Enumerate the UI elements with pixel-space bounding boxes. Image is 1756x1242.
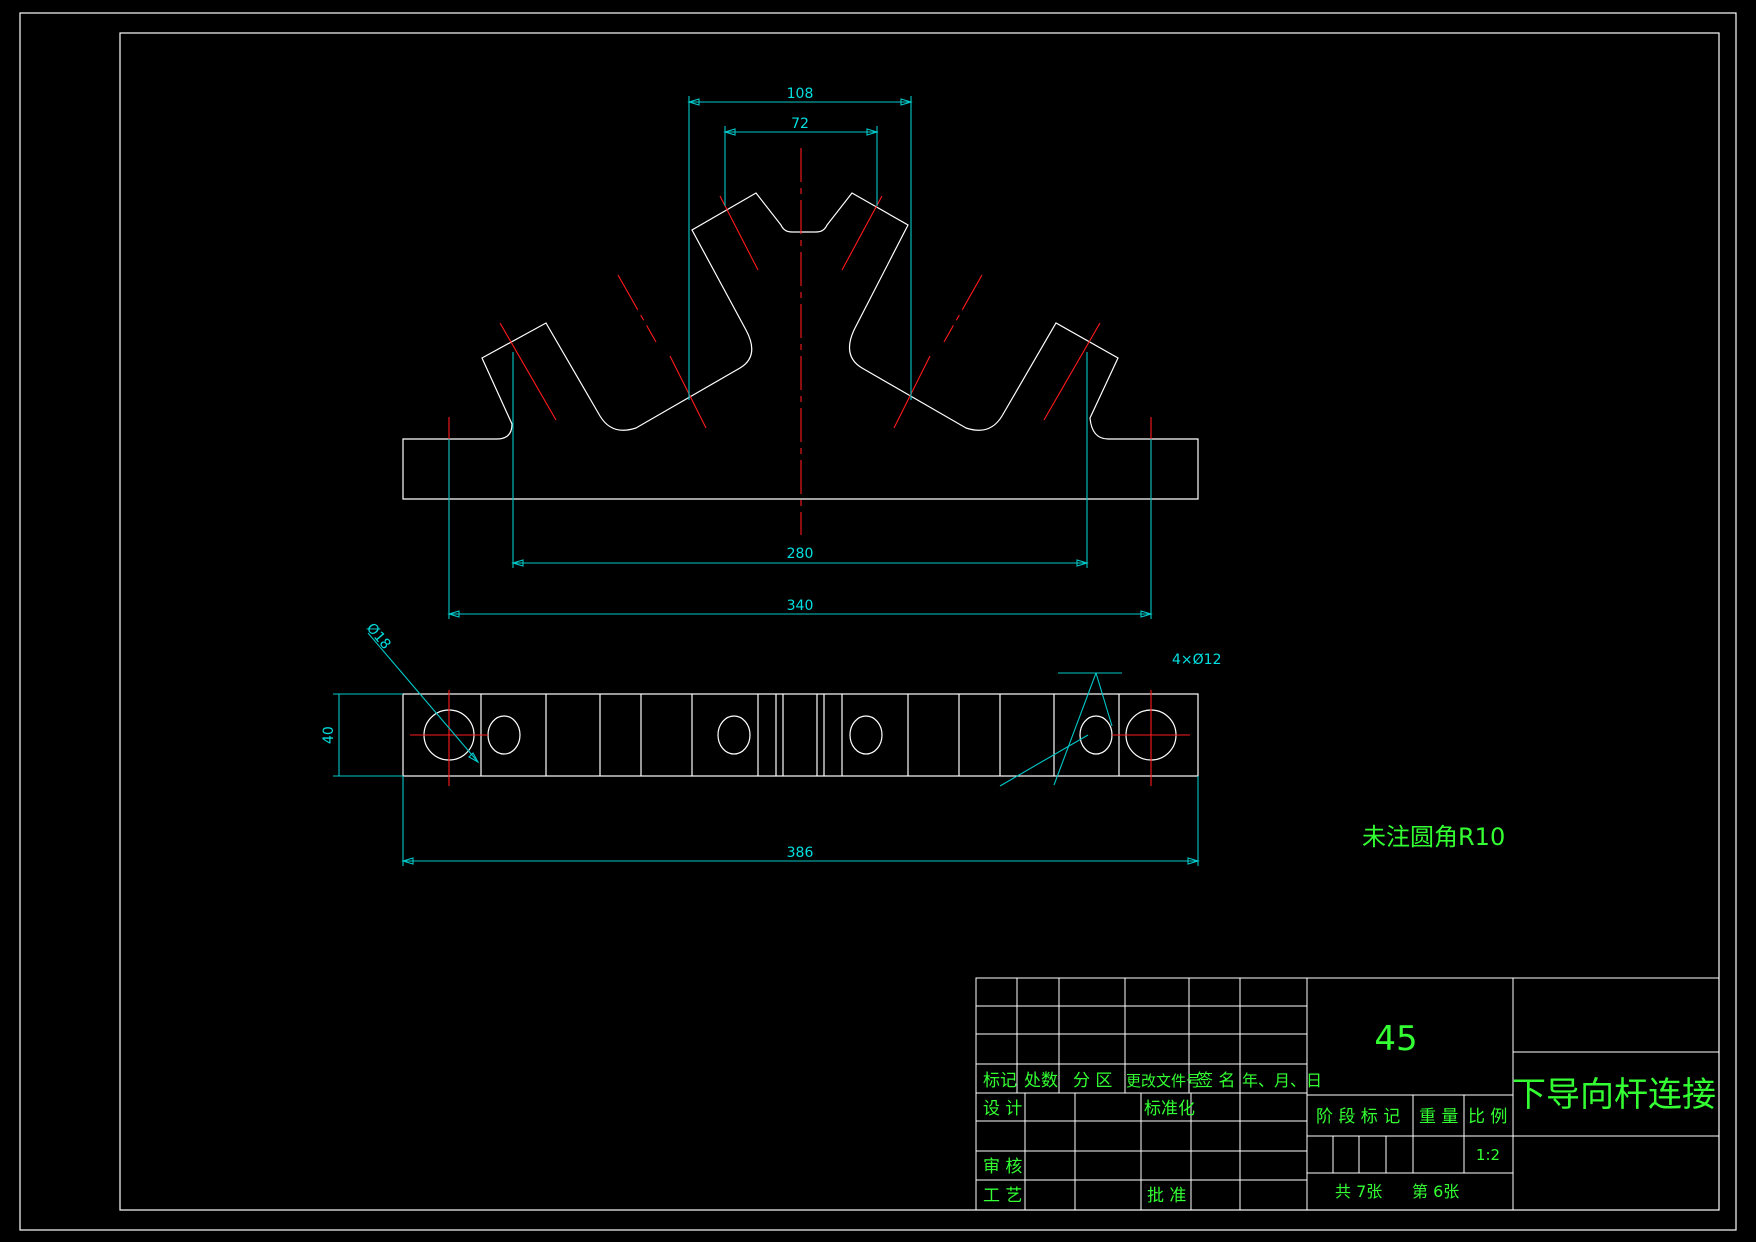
- dim-40: 40: [321, 726, 337, 744]
- dim-holes: 4×Ø12: [1172, 652, 1221, 668]
- dim-72: 72: [791, 116, 809, 132]
- hole-small-3: [849, 715, 883, 755]
- tb-count: 处数: [1024, 1071, 1058, 1091]
- centerline-left-arm-b: [617, 274, 657, 343]
- dim-108: 108: [787, 86, 814, 102]
- dim-386: 386: [787, 845, 814, 861]
- bar-outline: [402, 693, 1199, 777]
- leader-holes-d: [999, 734, 1089, 787]
- tb-part-name: 下导向杆连接: [1512, 1075, 1716, 1115]
- tb-scale-value: 1:2: [1476, 1146, 1500, 1164]
- centerline-right-arm-b: [943, 274, 983, 343]
- dim-280: 280: [787, 546, 814, 562]
- tb-material: 45: [1374, 1019, 1417, 1059]
- tb-review: 审 核: [983, 1157, 1022, 1177]
- dim-340: 340: [787, 598, 814, 614]
- centerline-top-left: [719, 195, 759, 271]
- tb-process: 工 艺: [983, 1186, 1022, 1206]
- tb-approve: 批 准: [1147, 1186, 1186, 1206]
- tb-total-sheets: 共 7张: [1335, 1182, 1382, 1201]
- centerline-left-arm-a: [499, 322, 557, 421]
- tb-stage-mark: 阶 段 标 记: [1316, 1107, 1400, 1127]
- tb-mark: 标记: [983, 1071, 1017, 1091]
- outer-frame: [19, 12, 1737, 1231]
- front-view: 108 72 280 340: [402, 86, 1199, 619]
- tb-date: 年、月、日: [1242, 1071, 1322, 1090]
- dim-dia18: Ø18: [363, 620, 394, 652]
- hole-small-4: [1079, 715, 1113, 755]
- hole-small-2: [717, 715, 751, 755]
- leader-holes-c: [1053, 672, 1097, 786]
- tb-scale-label: 比 例: [1468, 1107, 1507, 1127]
- fillet-note: 未注圆角R10: [1362, 823, 1505, 851]
- centerline-right-arm-a: [1043, 322, 1101, 421]
- centerline-top-right: [841, 195, 883, 271]
- title-block: 标记 处数 分 区 更改文件号 签 名 年、月、日 设 计 标准化 审 核 工 …: [975, 977, 1720, 1211]
- centerline-right-arm-c: [893, 355, 931, 429]
- tb-design: 设 计: [983, 1099, 1022, 1119]
- tb-sheet-no: 第 6张: [1412, 1182, 1459, 1201]
- top-view: Ø18 4×Ø12 40 386: [321, 620, 1221, 866]
- cad-drawing: 108 72 280 340 Ø18 4×Ø12 40 386 未注圆角R10 …: [19, 12, 1737, 1231]
- tb-signature: 签 名: [1196, 1071, 1235, 1091]
- centerline-left-arm-c: [669, 355, 707, 429]
- bar-section-lines: [480, 694, 1120, 776]
- tb-zone: 分 区: [1073, 1071, 1112, 1091]
- inner-frame: [119, 32, 1720, 1211]
- tb-weight: 重 量: [1419, 1107, 1458, 1127]
- hole-small-1: [487, 715, 521, 755]
- tb-standardize: 标准化: [1144, 1099, 1195, 1119]
- leader-dia18: [367, 632, 479, 763]
- tb-change-doc: 更改文件号: [1126, 1072, 1201, 1090]
